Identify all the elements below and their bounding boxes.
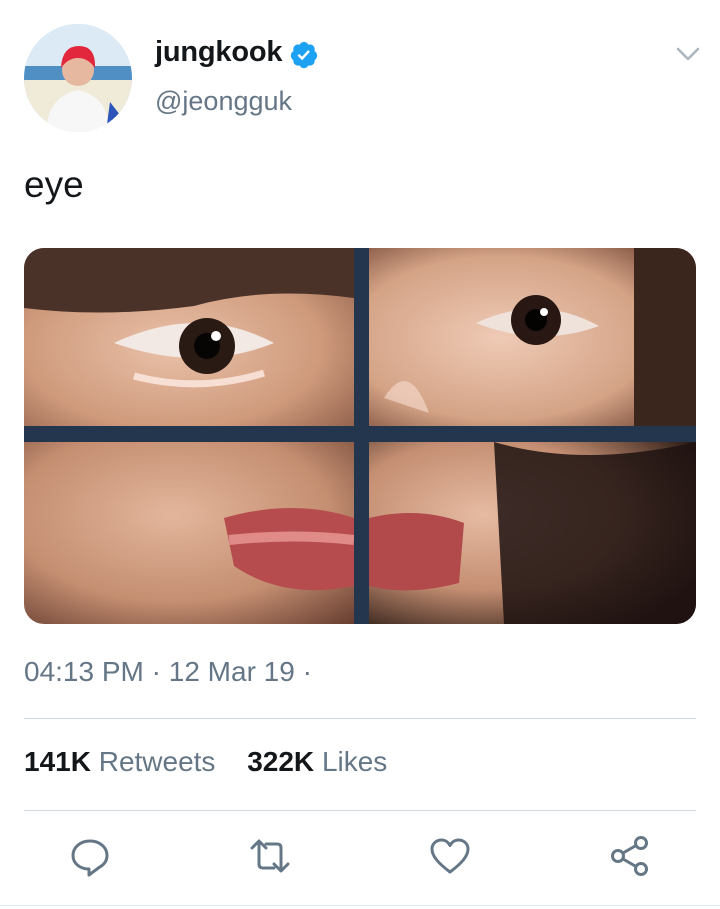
meta-separator: · [151,656,161,687]
likes-label: Likes [321,746,388,777]
meta-separator-trailing: · [302,656,312,687]
retweets-stat[interactable]: 141K Retweets [24,746,223,777]
divider [24,810,696,811]
retweets-label: Retweets [98,746,216,777]
avatar[interactable] [24,24,132,132]
user-handle[interactable]: @jeongguk [155,86,292,117]
verified-badge-icon [289,40,319,70]
likes-stat[interactable]: 322K Likes [247,746,387,777]
retweets-count: 141K [24,746,91,777]
avatar-photo [24,24,132,132]
tweet-time: 04:13 PM [24,656,144,687]
display-name[interactable]: jungkook [155,36,282,69]
chevron-down-icon[interactable] [672,40,704,68]
likes-count: 322K [247,746,315,777]
tweet-text: eye [24,164,84,205]
retweet-icon[interactable] [248,834,292,878]
tweet-media-image[interactable] [24,248,696,624]
tweet-timestamp: 04:13 PM · 12 Mar 19 · [24,656,312,688]
tweet-date: 12 Mar 19 [168,656,295,687]
like-icon[interactable] [428,834,472,878]
divider [24,718,696,719]
bottom-divider [0,905,720,906]
tweet-card: jungkook @jeongguk eye 04:13 PM · 12 Mar… [0,0,720,909]
share-icon[interactable] [608,834,652,878]
reply-icon[interactable] [68,834,112,878]
tweet-stats: 141K Retweets 322K Likes [24,746,411,778]
